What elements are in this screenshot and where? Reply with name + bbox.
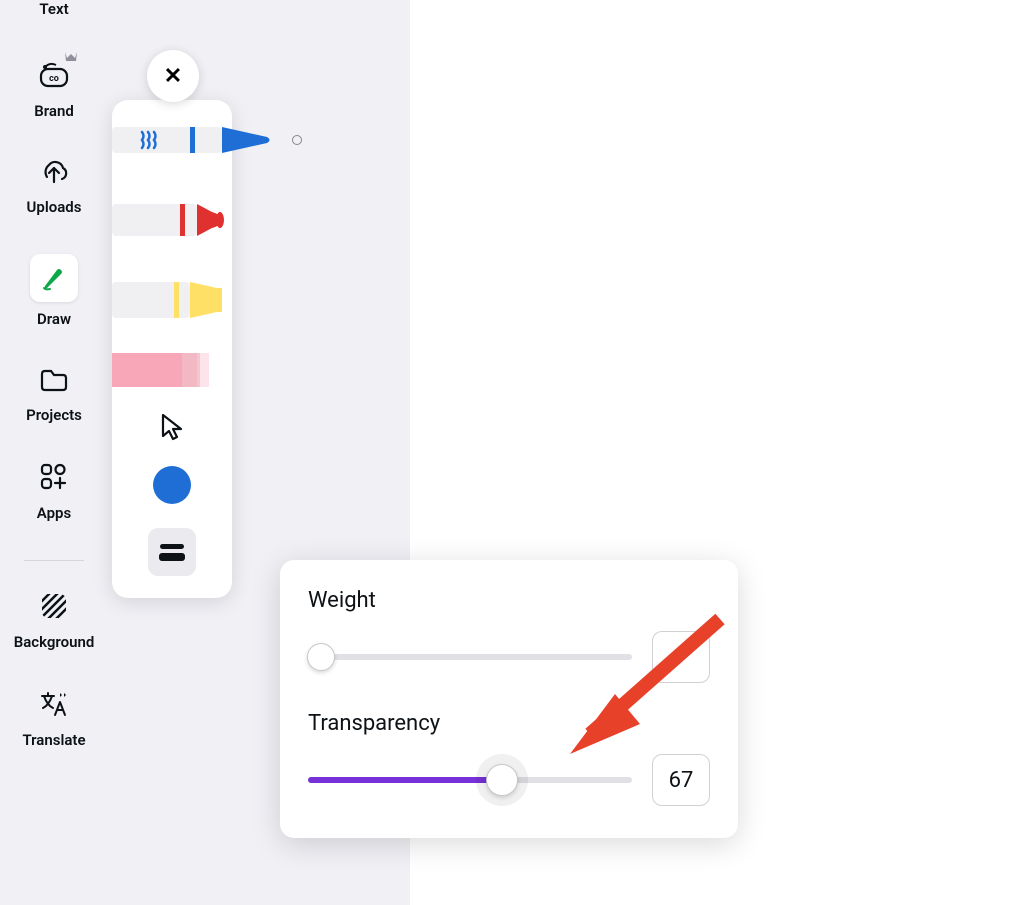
weight-setting: Weight — [308, 588, 710, 683]
svg-text:co: co — [49, 74, 59, 84]
cursor-tool[interactable] — [112, 400, 232, 454]
cursor-icon — [158, 412, 186, 442]
sidebar-item-background[interactable]: Background — [0, 581, 108, 661]
draw-icon — [30, 254, 78, 302]
marker-tool[interactable] — [112, 180, 232, 260]
sidebar-item-label: Translate — [22, 731, 85, 749]
sidebar-item-label: Background — [14, 633, 95, 651]
sidebar-item-draw[interactable]: Draw — [0, 244, 108, 338]
highlighter-tool[interactable] — [112, 260, 232, 340]
sidebar-item-label: Projects — [26, 406, 82, 424]
sidebar-item-uploads[interactable]: Uploads — [0, 148, 108, 226]
translate-icon — [38, 689, 70, 723]
transparency-setting: Transparency 67 — [308, 711, 710, 806]
sidebar-item-label: Uploads — [27, 198, 82, 216]
sidebar-item-label: Text — [39, 0, 68, 18]
close-icon: ✕ — [164, 64, 182, 89]
pen-tool[interactable] — [112, 100, 232, 180]
sidebar-item-label: Draw — [37, 310, 71, 328]
color-swatch — [153, 466, 191, 504]
sidebar-item-text[interactable]: Text — [0, 0, 108, 28]
sidebar-item-label: Apps — [37, 504, 71, 522]
weight-slider-thumb[interactable] — [307, 643, 335, 671]
sidebar-item-projects[interactable]: Projects — [0, 356, 108, 434]
color-picker[interactable] — [112, 454, 232, 516]
stroke-settings-button[interactable] — [112, 516, 232, 588]
background-icon — [39, 591, 69, 625]
upload-icon — [38, 158, 70, 190]
apps-icon — [39, 462, 69, 496]
weight-slider[interactable] — [308, 654, 632, 660]
brand-icon: co — [37, 56, 71, 94]
weight-value[interactable] — [652, 631, 710, 683]
stroke-settings-popup: Weight Transparency 67 — [280, 560, 738, 838]
sidebar-item-apps[interactable]: Apps — [0, 452, 108, 532]
eraser-tool[interactable] — [112, 340, 232, 400]
sidebar: Text co Brand — [0, 0, 108, 905]
sidebar-item-brand[interactable]: co Brand — [0, 46, 108, 130]
transparency-slider-fill — [308, 777, 502, 783]
transparency-slider[interactable] — [308, 777, 632, 783]
sidebar-divider — [24, 560, 84, 561]
transparency-label: Transparency — [308, 711, 710, 736]
transparency-slider-thumb[interactable] — [486, 764, 518, 796]
folder-icon — [38, 366, 70, 398]
draw-tools-panel: ✕ — [112, 100, 232, 598]
sidebar-item-label: Brand — [34, 102, 74, 120]
sidebar-item-translate[interactable]: Translate — [0, 679, 108, 759]
settings-icon — [148, 528, 196, 576]
close-button[interactable]: ✕ — [147, 50, 199, 102]
weight-label: Weight — [308, 588, 710, 613]
transparency-value[interactable]: 67 — [652, 754, 710, 806]
